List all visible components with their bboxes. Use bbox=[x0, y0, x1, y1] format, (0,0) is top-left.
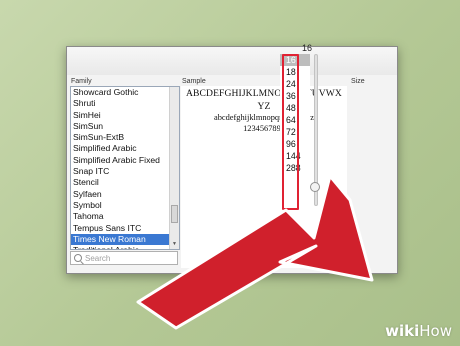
font-sample-preview: ABCDEFGHIJKLMNOPQRSTUVWX YZ abcdefghijkl… bbox=[181, 86, 347, 268]
font-family-item[interactable]: Showcard Gothic bbox=[71, 87, 179, 98]
font-family-item[interactable]: Simplified Arabic bbox=[71, 143, 179, 154]
family-label: Family bbox=[71, 78, 92, 85]
font-family-list[interactable]: Showcard Gothic Shruti SimHei SimSun SimSun-… bbox=[70, 86, 180, 250]
size-current-value[interactable]: 16 bbox=[292, 43, 312, 53]
size-label: Size bbox=[351, 78, 365, 85]
dialog-titlebar bbox=[67, 47, 397, 75]
font-family-item[interactable]: Snap ITC bbox=[71, 166, 179, 177]
font-family-item[interactable]: SimSun bbox=[71, 121, 179, 132]
fonts-dialog: Family Sample Size Showcard Gothic Shruti… bbox=[66, 46, 398, 274]
size-list-highlight-box bbox=[282, 54, 299, 210]
sample-label: Sample bbox=[182, 78, 206, 85]
font-search-box[interactable] bbox=[70, 251, 178, 265]
font-family-item[interactable]: Traditional Arabic bbox=[71, 245, 179, 249]
scrollbar-thumb[interactable] bbox=[171, 205, 178, 223]
scroll-down-icon[interactable]: ▼ bbox=[171, 241, 178, 248]
size-slider-knob[interactable] bbox=[310, 182, 320, 192]
font-family-item[interactable]: Symbol bbox=[71, 200, 179, 211]
font-family-item[interactable]: Stencil bbox=[71, 177, 179, 188]
font-family-item[interactable]: Times New Roman bbox=[71, 233, 179, 246]
sample-uppercase-line1: ABCDEFGHIJKLMNOPQRSTUVWX bbox=[186, 88, 342, 99]
sample-lowercase: abcdefghijklmnopqrstuvwxyz bbox=[213, 113, 314, 122]
font-family-item[interactable]: Tahoma bbox=[71, 211, 179, 222]
search-icon bbox=[74, 254, 82, 262]
font-family-item[interactable]: Simplified Arabic Fixed bbox=[71, 155, 179, 166]
font-family-item[interactable]: Tempus Sans ITC bbox=[71, 223, 179, 234]
search-input[interactable] bbox=[85, 252, 175, 264]
font-family-item[interactable]: SimSun-ExtB bbox=[71, 132, 179, 143]
sample-digits: 1234567890 bbox=[243, 124, 285, 133]
font-family-item[interactable]: Sylfaen bbox=[71, 189, 179, 200]
font-family-item[interactable]: SimHei bbox=[71, 110, 179, 121]
font-family-item[interactable]: Shruti bbox=[71, 98, 179, 109]
wikihow-watermark: wikiHow bbox=[385, 322, 452, 340]
family-list-scrollbar[interactable]: ▼ bbox=[169, 87, 179, 249]
sample-uppercase-line2: YZ bbox=[257, 101, 271, 112]
